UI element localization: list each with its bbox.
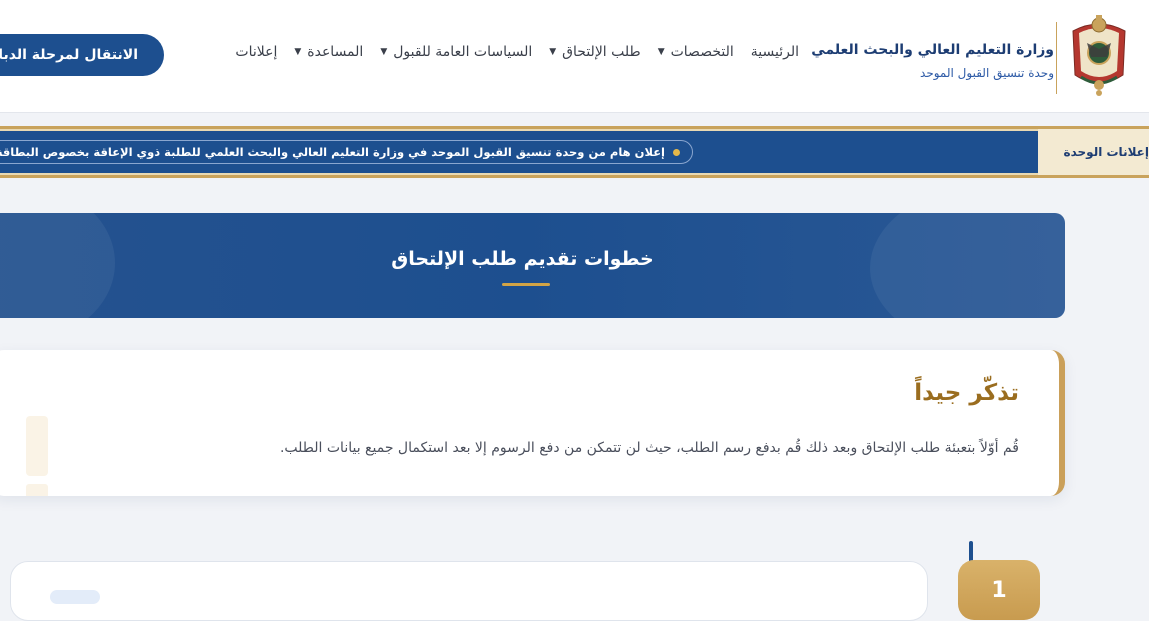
nav-item-home[interactable]: الرئيسية — [751, 44, 799, 60]
brand-divider — [1056, 22, 1057, 94]
chevron-down-icon: ▼ — [294, 47, 302, 57]
step-chip — [50, 590, 100, 604]
page-title: خطوات تقديم طلب الإلتحاق — [391, 248, 654, 270]
step-card — [10, 561, 928, 621]
news-ticker: إعلانات الوحدة إعلان هام من وحدة تنسيق ا… — [0, 126, 1149, 178]
main-nav: الرئيسية التخصصات ▼ طلب الإلتحاق ▼ السيا… — [235, 44, 799, 60]
site-header: وزارة التعليم العالي والبحث العلمي وحدة … — [0, 0, 1149, 113]
exclamation-icon — [26, 416, 48, 476]
nav-item-application[interactable]: طلب الإلتحاق ▼ — [549, 44, 640, 60]
nav-item-label: المساعدة — [307, 44, 364, 60]
chevron-down-icon: ▼ — [657, 47, 665, 57]
nav-item-label: التخصصات — [670, 44, 734, 60]
reminder-text: قُم أوّلاً بتعبئة طلب الإلتحاق وبعد ذلك … — [279, 440, 1019, 456]
ticker-headline-pill[interactable]: إعلان هام من وحدة تنسيق القبول الموحد في… — [0, 140, 693, 164]
title-underline — [502, 283, 550, 286]
nav-item-label: السياسات العامة للقبول — [393, 44, 533, 60]
nav-item-label: الرئيسية — [750, 44, 799, 60]
nav-item-label: طلب الإلتحاق — [562, 44, 641, 60]
nav-item-admission-policies[interactable]: السياسات العامة للقبول ▼ — [380, 44, 532, 60]
ticker-track: إعلان هام من وحدة تنسيق القبول الموحد في… — [0, 131, 1038, 173]
unit-subtitle[interactable]: وحدة تنسيق القبول الموحد — [920, 66, 1054, 80]
reminder-card: تذكّر جيداً قُم أوّلاً بتعبئة طلب الإلتح… — [0, 350, 1065, 496]
exclamation-dot — [26, 484, 48, 496]
chevron-down-icon: ▼ — [380, 47, 388, 57]
nav-item-specializations[interactable]: التخصصات ▼ — [658, 44, 734, 60]
nav-item-help[interactable]: المساعدة ▼ — [294, 44, 363, 60]
chevron-down-icon: ▼ — [549, 47, 557, 57]
step-number-badge: 1 — [958, 560, 1040, 620]
nav-item-label: إعلانات — [235, 44, 278, 60]
ministry-title[interactable]: وزارة التعليم العالي والبحث العلمي — [811, 42, 1054, 58]
ticker-label: إعلانات الوحدة — [1038, 129, 1149, 175]
page-banner: خطوات تقديم طلب الإلتحاق — [0, 213, 1065, 318]
reminder-title: تذكّر جيداً — [914, 380, 1019, 406]
bullet-dot-icon — [673, 148, 680, 156]
jordan-coat-of-arms-icon[interactable] — [1067, 13, 1131, 97]
nav-item-announcements[interactable]: إعلانات — [235, 44, 277, 60]
diploma-stage-button[interactable]: الانتقال لمرحلة الدبلوم — [0, 34, 164, 76]
ticker-headline: إعلان هام من وحدة تنسيق القبول الموحد في… — [0, 145, 665, 159]
